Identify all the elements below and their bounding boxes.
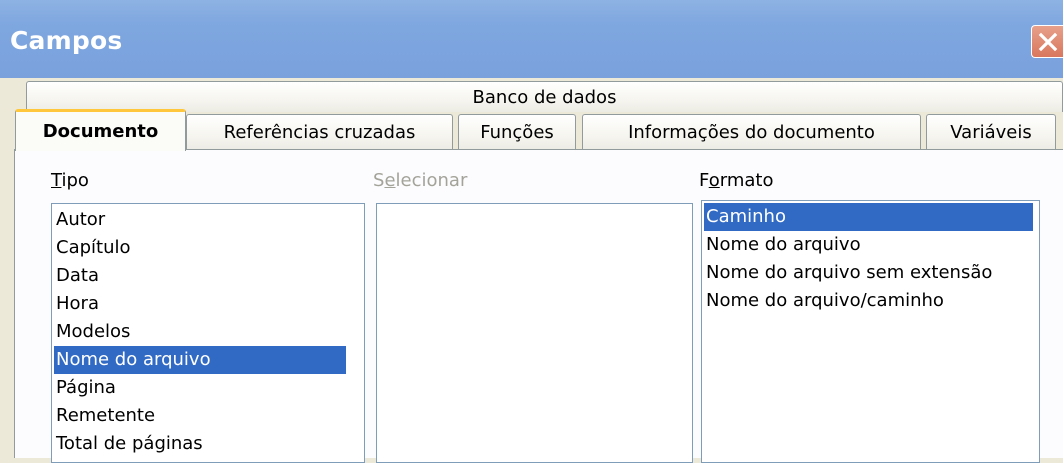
tipo-item-hora[interactable]: Hora: [54, 290, 362, 318]
formato-listbox[interactable]: Caminho Nome do arquivo Nome do arquivo …: [701, 200, 1040, 463]
tipo-item-modelos[interactable]: Modelos: [54, 318, 362, 346]
formato-label-pre: F: [699, 170, 709, 191]
selecionar-listbox: [376, 203, 693, 463]
tipo-item-remetente[interactable]: Remetente: [54, 402, 362, 430]
window-title: Campos: [10, 26, 123, 55]
tipo-label-rest: ipo: [61, 170, 89, 191]
formato-label: Formato: [699, 170, 773, 191]
tab-documento[interactable]: Documento: [15, 109, 186, 151]
tab-label: Documento: [42, 121, 159, 142]
tab-label: Referências cruzadas: [223, 122, 416, 143]
formato-item-nome-do-arquivo[interactable]: Nome do arquivo: [704, 231, 1033, 259]
formato-label-accel: o: [708, 170, 720, 191]
tipo-item-autor[interactable]: Autor: [54, 206, 362, 234]
tipo-item-capitulo[interactable]: Capítulo: [54, 234, 362, 262]
close-button[interactable]: [1031, 25, 1063, 58]
formato-item-caminho[interactable]: Caminho: [704, 203, 1033, 231]
formato-item-nome-caminho[interactable]: Nome do arquivo/caminho: [704, 287, 1033, 315]
tab-panel-documento: Tipo Autor Capítulo Data Hora Modelos No…: [14, 149, 1063, 463]
selecionar-label: Selecionar: [373, 170, 467, 191]
tipo-listbox[interactable]: Autor Capítulo Data Hora Modelos Nome do…: [51, 203, 365, 463]
tab-variaveis[interactable]: Variáveis: [926, 114, 1056, 150]
tab-funcoes[interactable]: Funções: [458, 114, 576, 150]
tab-label: Informações do documento: [628, 122, 875, 143]
formato-item-nome-sem-extensao[interactable]: Nome do arquivo sem extensão: [704, 259, 1033, 287]
formato-label-rest: rmato: [719, 170, 774, 191]
tab-label: Funções: [480, 122, 554, 143]
title-bar: Campos: [0, 0, 1063, 78]
tab-informacoes-do-documento[interactable]: Informações do documento: [582, 114, 921, 150]
tipo-item-nome-do-arquivo[interactable]: Nome do arquivo: [54, 346, 346, 374]
selecionar-label-rest: lecionar: [395, 170, 468, 191]
tab-referencias-cruzadas[interactable]: Referências cruzadas: [186, 114, 453, 150]
tab-label: Banco de dados: [472, 86, 617, 108]
selecionar-label-accel: e: [384, 170, 396, 191]
close-icon: [1038, 32, 1058, 52]
tipo-item-total-de-paginas[interactable]: Total de páginas: [54, 430, 362, 458]
tipo-item-pagina[interactable]: Página: [54, 374, 362, 402]
selecionar-label-pre: S: [373, 170, 385, 191]
tab-banco-de-dados[interactable]: Banco de dados: [26, 81, 1063, 112]
tipo-item-data[interactable]: Data: [54, 262, 362, 290]
tipo-label-accel: T: [51, 170, 62, 191]
tab-label: Variáveis: [950, 122, 1032, 143]
tipo-label: Tipo: [51, 170, 89, 191]
